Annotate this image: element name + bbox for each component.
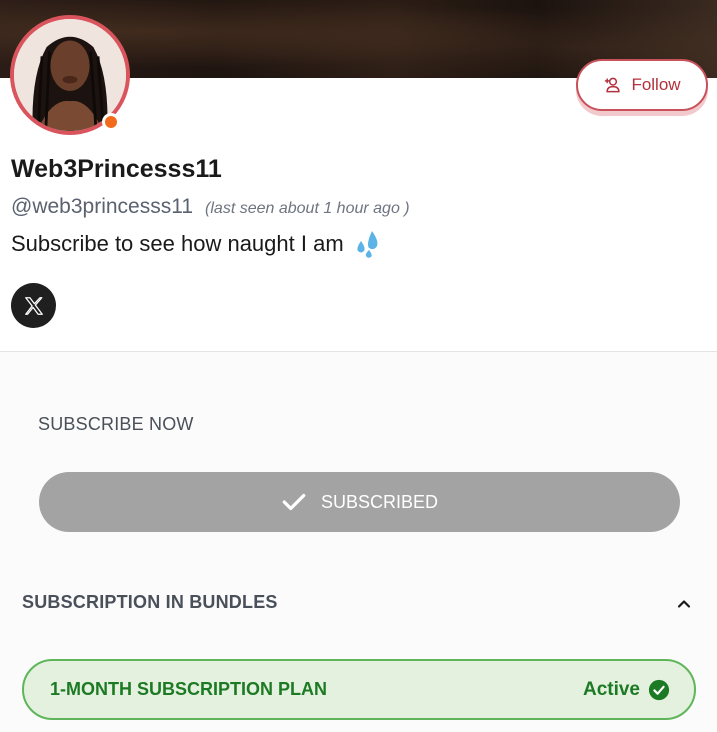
follow-label: Follow <box>631 75 681 94</box>
user-plus-icon <box>605 77 621 93</box>
plan-name: 1-MONTH SUBSCRIPTION PLAN <box>50 679 328 699</box>
bio-text: Subscribe to see how naught I am <box>11 231 344 256</box>
follow-button[interactable]: Follow <box>576 59 708 111</box>
x-logo-icon <box>24 296 43 315</box>
user-handle: @web3princesss11 <box>11 195 194 218</box>
last-seen-text: (last seen about 1 hour ago ) <box>205 200 410 217</box>
subscription-plan-item[interactable]: 1-MONTH SUBSCRIPTION PLAN Active <box>22 659 696 720</box>
subscribe-now-heading: SUBSCRIBE NOW <box>38 414 194 434</box>
x-social-link[interactable] <box>11 283 56 328</box>
check-circle-icon <box>648 679 670 700</box>
subscribed-label: SUBSCRIBED <box>320 491 439 512</box>
sweat-droplets-icon <box>357 231 378 258</box>
chevron-up-icon[interactable] <box>674 594 694 614</box>
bio: Subscribe to see how naught I am <box>11 229 382 259</box>
plan-status: Active <box>583 679 670 701</box>
plan-status-label: Active <box>582 678 640 700</box>
handle-row: @web3princesss11 (last seen about 1 hour… <box>11 195 410 219</box>
display-name: Web3Princesss11 <box>11 155 222 183</box>
subscribed-button[interactable]: SUBSCRIBED <box>39 472 680 532</box>
bundles-heading: SUBSCRIPTION IN BUNDLES <box>22 592 278 612</box>
checkmark-icon <box>282 493 306 511</box>
online-status-indicator <box>102 113 120 131</box>
